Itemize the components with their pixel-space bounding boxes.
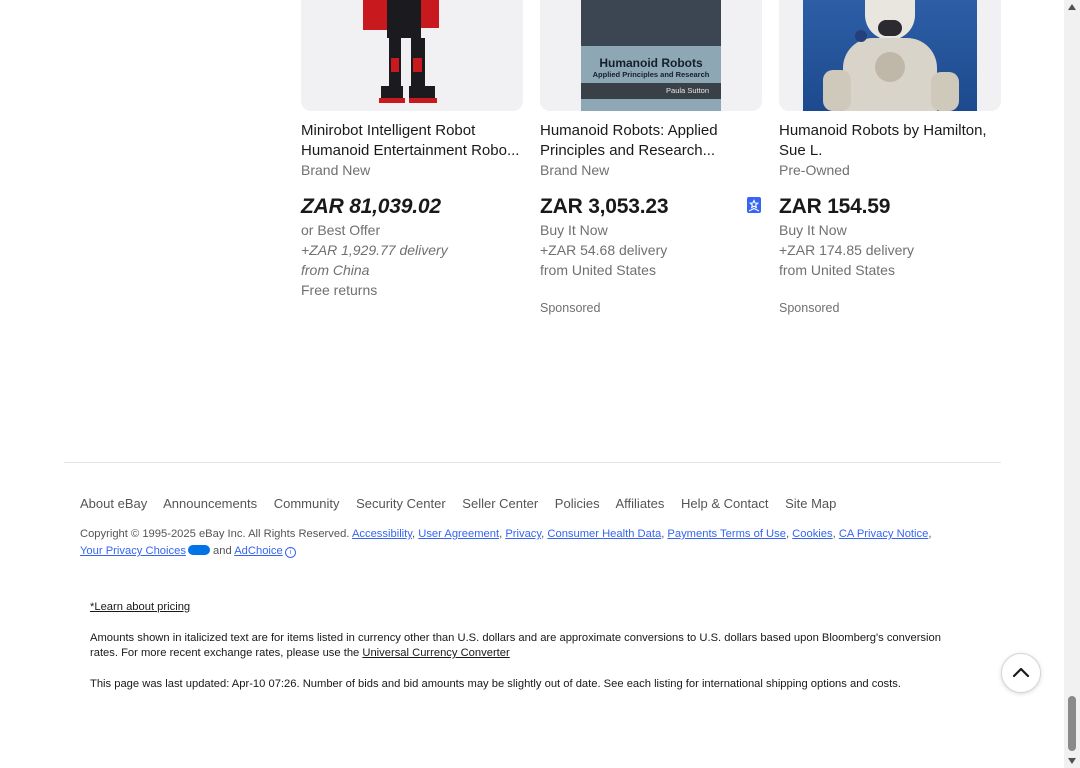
footer-link-community[interactable]: Community	[274, 496, 340, 511]
book-cover-author: Paula Sutton	[666, 86, 709, 95]
listing-condition: Brand New	[540, 162, 610, 178]
listing-origin: from China	[301, 262, 370, 278]
footer-divider	[64, 462, 1001, 463]
listing-purchase-option: or Best Offer	[301, 222, 381, 238]
scroll-to-top-button[interactable]	[1001, 653, 1041, 693]
legal-link-privacy-choices[interactable]: Your Privacy Choices	[80, 545, 210, 557]
scrollbar-thumb[interactable]	[1068, 696, 1076, 751]
book-cover-title: Humanoid Robots	[599, 56, 703, 70]
listing-price: ZAR 81,039.02	[301, 195, 441, 218]
listing-origin: from United States	[779, 262, 895, 278]
listing-condition: Pre-Owned	[779, 162, 850, 178]
listing-returns: Free returns	[301, 282, 378, 298]
legal-and-text: and	[213, 545, 232, 557]
footer-link-announcements[interactable]: Announcements	[163, 496, 257, 511]
learn-about-pricing-link[interactable]: *Learn about pricing	[90, 601, 190, 613]
legal-link-ca-privacy-notice[interactable]: CA Privacy Notice	[839, 528, 929, 540]
listing-title[interactable]: Minirobot Intelligent Robot Humanoid Ent…	[301, 121, 523, 161]
last-updated-note: This page was last updated: Apr-10 07:26…	[90, 678, 901, 690]
footer-link-policies[interactable]: Policies	[555, 496, 600, 511]
listing-title[interactable]: Humanoid Robots: Applied Principles and …	[540, 121, 762, 161]
copyright-text: Copyright © 1995-2025 eBay Inc. All Righ…	[80, 528, 350, 540]
privacy-choices-icon	[187, 545, 210, 555]
listing-purchase-option: Buy It Now	[779, 222, 847, 238]
legal-link-cookies[interactable]: Cookies	[792, 528, 832, 540]
chevron-up-icon	[1012, 667, 1030, 678]
page-scrollbar[interactable]	[1064, 0, 1080, 768]
sponsored-label: Sponsored	[779, 301, 840, 315]
legal-link-consumer-health-data[interactable]: Consumer Health Data	[547, 528, 661, 540]
listing-condition: Brand New	[301, 162, 371, 178]
legal-link-payments-terms[interactable]: Payments Terms of Use	[667, 528, 786, 540]
listing-card[interactable]: Humanoid Robots by Hamilton, Sue L. Pre-…	[779, 0, 1001, 315]
listing-card[interactable]: Humanoid Robots Applied Principles and R…	[540, 0, 762, 315]
listing-image-space-robot[interactable]	[779, 0, 1001, 111]
legal-link-accessibility[interactable]: Accessibility	[352, 528, 412, 540]
book-cover: Humanoid Robots Applied Principles and R…	[581, 0, 721, 111]
footer-link-affiliates[interactable]: Affiliates	[616, 496, 665, 511]
listing-title[interactable]: Humanoid Robots by Hamilton, Sue L.	[779, 121, 1001, 161]
listing-purchase-option: Buy It Now	[540, 222, 608, 238]
listing-origin: from United States	[540, 262, 656, 278]
book-cover-subtitle: Applied Principles and Research	[592, 70, 710, 79]
currency-converter-link[interactable]: Universal Currency Converter	[362, 647, 509, 659]
listing-delivery: +ZAR 1,929.77 delivery	[301, 242, 448, 258]
listing-card[interactable]: Minirobot Intelligent Robot Humanoid Ent…	[301, 0, 523, 300]
info-icon: i	[284, 547, 296, 558]
legal-link-adchoice[interactable]: AdChoice i	[234, 545, 296, 558]
scroll-down-arrow-icon[interactable]	[1068, 758, 1076, 764]
bookmark-icon[interactable]	[747, 197, 761, 213]
listing-price: ZAR 3,053.23	[540, 195, 669, 218]
footer-nav: About eBay Announcements Community Secur…	[80, 496, 849, 511]
legal-link-user-agreement[interactable]: User Agreement	[418, 528, 499, 540]
footer-legal: Copyright © 1995-2025 eBay Inc. All Righ…	[80, 528, 932, 558]
legal-link-privacy[interactable]: Privacy	[505, 528, 541, 540]
footer-link-site-map[interactable]: Site Map	[785, 496, 836, 511]
footer-link-seller-center[interactable]: Seller Center	[462, 496, 538, 511]
listing-price: ZAR 154.59	[779, 195, 891, 218]
pricing-disclaimer: *Learn about pricing Amounts shown in it…	[90, 600, 960, 708]
scroll-up-arrow-icon[interactable]	[1068, 4, 1076, 10]
listing-delivery: +ZAR 54.68 delivery	[540, 242, 668, 258]
listing-image-book[interactable]: Humanoid Robots Applied Principles and R…	[540, 0, 762, 111]
sponsored-label: Sponsored	[540, 301, 601, 315]
footer-link-help-contact[interactable]: Help & Contact	[681, 496, 768, 511]
footer-link-security-center[interactable]: Security Center	[356, 496, 446, 511]
listing-delivery: +ZAR 174.85 delivery	[779, 242, 915, 258]
footer-link-about[interactable]: About eBay	[80, 496, 147, 511]
currency-note: Amounts shown in italicized text are for…	[90, 632, 941, 659]
listing-image-robot[interactable]	[301, 0, 523, 111]
